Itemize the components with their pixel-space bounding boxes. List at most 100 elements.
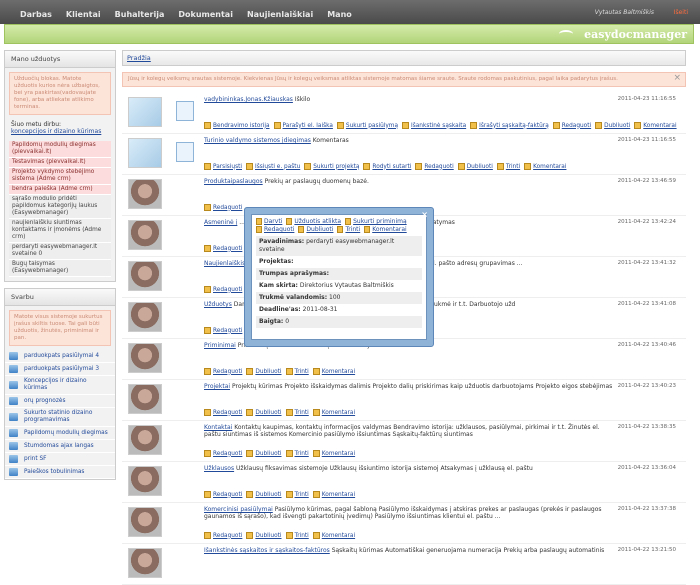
current-work-link[interactable]: koncepcijos ir dizaino kūrimas xyxy=(11,128,101,135)
nav-buhalterija[interactable]: Buhalterija xyxy=(115,10,165,19)
feed-action[interactable]: Trinti xyxy=(285,409,309,416)
feed-action[interactable]: Rodyti sutarti xyxy=(363,163,411,170)
feed-action[interactable]: Redaguoti xyxy=(204,368,242,375)
action-icon xyxy=(304,163,312,170)
feed-item-date: 2011-04-22 13:37:38 xyxy=(617,506,676,512)
task-item[interactable]: Testavimas (pievvaikai.lt) xyxy=(9,158,111,168)
feed-item-date: 2011-04-22 13:46:59 xyxy=(617,178,676,184)
important-item[interactable]: Stumdomas ajax langas xyxy=(5,440,115,453)
feed-action[interactable]: Dubliuoti xyxy=(246,368,282,375)
important-item[interactable]: Papildomų modulių diegimas xyxy=(5,427,115,440)
feed-action[interactable]: Sukurti pasiūlymą xyxy=(336,122,398,129)
feed-action[interactable]: Redaguoti xyxy=(204,204,242,211)
feed-action-label: Redaguoti xyxy=(213,286,243,293)
important-item[interactable]: parduokpats pasiūlymai 3 xyxy=(5,363,115,376)
feed-action[interactable]: Dubliuoti xyxy=(246,409,282,416)
feed-item-link[interactable]: Užklausos xyxy=(204,465,234,472)
popup-action[interactable]: Darvti xyxy=(256,218,282,225)
task-item[interactable]: naujienlaiškiu siuntimas kontaktams ir į… xyxy=(9,219,111,243)
action-icon xyxy=(552,122,560,129)
feed-action[interactable]: Išankstinė sąskaita xyxy=(402,122,466,129)
task-item[interactable]: Projekto vykdymo stebėjimo sistema (Adme… xyxy=(9,168,111,185)
feed-action[interactable]: Dubliuoti xyxy=(246,491,282,498)
feed-action[interactable]: Dubliuoti xyxy=(246,450,282,457)
feed-action[interactable]: Redaguoti xyxy=(204,491,242,498)
feed-action[interactable]: Redaguoti xyxy=(204,532,242,539)
nav-mano[interactable]: Mano xyxy=(327,10,352,19)
feed-action[interactable]: Išrašyti sąskaitą-faktūrą xyxy=(470,122,549,129)
popup-action[interactable]: Komentarai xyxy=(364,226,407,233)
nav-dokumentai[interactable]: Dokumentai xyxy=(178,10,233,19)
avatar xyxy=(128,548,162,578)
feed-action[interactable]: Parašyti el. laiška xyxy=(273,122,333,129)
feed-action[interactable]: Trinti xyxy=(285,491,309,498)
feed-item-link[interactable]: vadybininkas.Jonas.Kžiauskas xyxy=(204,96,293,103)
task-item[interactable]: Papildomų modulių diegimas (pievvaikai.l… xyxy=(9,141,111,158)
feed-action[interactable]: Komentarai xyxy=(634,122,677,129)
feed-item-actions: Redaguoti Dubliuoti Trinti Komentarai xyxy=(204,450,355,457)
action-icon xyxy=(336,122,344,129)
feed-action[interactable]: Trinti xyxy=(285,532,309,539)
feed-item-link[interactable]: Išankstinės sąskaitos ir sąskaitos-faktū… xyxy=(204,547,330,554)
nav-naujienlaiskiai[interactable]: Naujienlaiškiai xyxy=(247,10,313,19)
feed-item-link[interactable]: Užduotys xyxy=(204,301,232,308)
feed-action[interactable]: Dubliuoti xyxy=(457,163,493,170)
breadcrumb[interactable]: Pradžia xyxy=(122,50,686,66)
feed-action[interactable]: Redaguoti xyxy=(415,163,454,170)
feed-action[interactable]: Komentarai xyxy=(312,491,355,498)
feed-action[interactable]: Redaguoti xyxy=(204,327,242,334)
important-item[interactable]: Koncepcijos ir dizaino kūrimas xyxy=(5,376,115,395)
close-icon[interactable]: × xyxy=(421,210,428,219)
popup-action[interactable]: Sukurti priminimą xyxy=(345,218,407,225)
feed-action[interactable]: Komentarai xyxy=(312,368,355,375)
feed-item-link[interactable]: Priminimai xyxy=(204,342,236,349)
important-item[interactable]: Sukurto statinio dizaino programavimas xyxy=(5,408,115,427)
nav-klientai[interactable]: Klientai xyxy=(66,10,101,19)
document-icon xyxy=(176,101,194,121)
important-item[interactable]: orų prognozės xyxy=(5,395,115,408)
feed-item-link[interactable]: Komercinisi pasiūlymai xyxy=(204,506,273,513)
feed-action[interactable]: Dubliuoti xyxy=(246,532,282,539)
task-item[interactable]: sąrašo modulio pridėti papildomus katego… xyxy=(9,195,111,219)
feed-action[interactable]: Redaguoti xyxy=(204,409,242,416)
feed-item-link[interactable]: Kontaktai xyxy=(204,424,232,431)
feed-action[interactable]: Parsisiųsti xyxy=(204,163,242,170)
popup-action[interactable]: Dubliuoti xyxy=(298,226,333,233)
feed-action[interactable]: Komentarai xyxy=(312,532,355,539)
close-icon[interactable]: × xyxy=(673,74,681,83)
task-item[interactable]: perdaryti easywebmanager.lt svetaine 0 xyxy=(9,243,111,260)
popup-action[interactable]: Trinti xyxy=(337,226,360,233)
feed-action[interactable]: Išsiųsti e. paštu xyxy=(246,163,300,170)
feed-action[interactable]: Bendravimo istorija xyxy=(204,122,270,129)
feed-action[interactable]: Redaguoti xyxy=(552,122,591,129)
nav-darbas[interactable]: Darbas xyxy=(20,10,52,19)
feed-action[interactable]: Dubliuoti xyxy=(595,122,630,129)
important-item[interactable]: Paieškos tobulinimas xyxy=(5,466,115,479)
feed-action[interactable]: Redaguoti xyxy=(204,245,242,252)
action-icon xyxy=(204,245,211,252)
feed-action[interactable]: Redaguoti xyxy=(204,450,242,457)
feed-action[interactable]: Komentarai xyxy=(524,163,566,170)
feed-item-link[interactable]: Turinio valdymo sistemos įdiegimas xyxy=(204,137,311,144)
important-item[interactable]: print SF xyxy=(5,453,115,466)
feed-action[interactable]: Sukurti projektą xyxy=(304,163,359,170)
task-item[interactable]: Bugų taisymas (Easywebmanager) xyxy=(9,260,111,277)
feed-item-link[interactable]: Produktaipaslaugos xyxy=(204,178,263,185)
feed-action[interactable]: Komentarai xyxy=(312,450,355,457)
popup-action[interactable]: Užduotis atlikta xyxy=(286,218,341,225)
feed-item-link[interactable]: Asmeninė į xyxy=(204,219,237,226)
feed-item-text: Išankstinės sąskaitos ir sąskaitos-faktū… xyxy=(204,547,614,554)
feed-item-link[interactable]: Projektai xyxy=(204,383,230,390)
feed-item-link[interactable]: Naujienlaiškis xyxy=(204,260,245,267)
feed-action[interactable]: Komentarai xyxy=(312,409,355,416)
logout-link[interactable]: Išeiti xyxy=(674,9,688,16)
feed-action[interactable]: Redaguoti xyxy=(204,286,242,293)
important-item[interactable]: parduokpats pasiūlymai 4 xyxy=(5,350,115,363)
feed-action[interactable]: Trinti xyxy=(285,450,309,457)
feed-action[interactable]: Trinti xyxy=(496,163,520,170)
popup-action[interactable]: Redaguoti xyxy=(256,226,294,233)
feed-action[interactable]: Trinti xyxy=(285,368,309,375)
popup-row-key: Projektas: xyxy=(259,258,294,265)
task-item[interactable]: bendra paieška (Adme crm) xyxy=(9,185,111,195)
document-icon xyxy=(9,442,18,450)
